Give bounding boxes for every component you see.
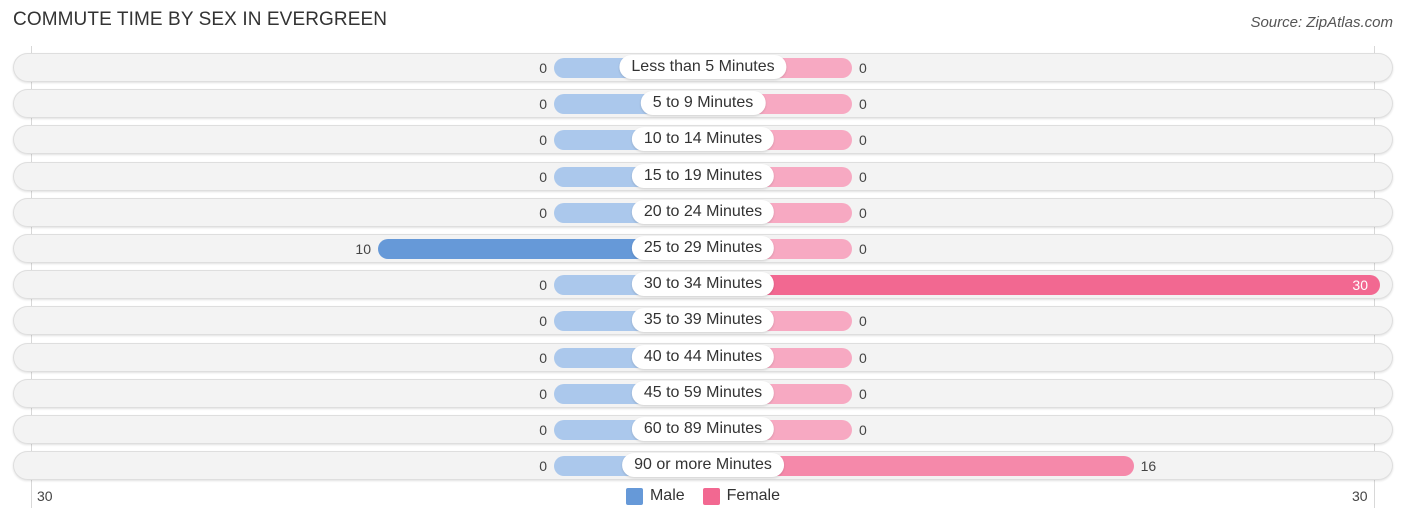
value-label-male: 0 <box>539 350 547 366</box>
value-label-female: 0 <box>859 350 867 366</box>
value-label-female: 16 <box>1140 458 1157 474</box>
chart-title: COMMUTE TIME BY SEX IN EVERGREEN <box>13 9 388 30</box>
legend-label-male: Male <box>649 487 685 504</box>
value-label-female: 0 <box>859 96 867 112</box>
value-label-male: 0 <box>539 60 547 76</box>
category-label: 5 to 9 Minutes <box>640 91 766 115</box>
category-label: 15 to 19 Minutes <box>631 164 775 188</box>
value-label-male: 10 <box>355 241 371 257</box>
value-label-male: 0 <box>539 169 547 185</box>
value-label-female: 0 <box>859 386 867 402</box>
value-label-male: 0 <box>539 386 547 402</box>
value-label-female: 0 <box>859 313 867 329</box>
value-label-female: 30 <box>1352 277 1368 293</box>
value-label-female: 0 <box>859 60 867 76</box>
value-label-male: 0 <box>539 313 547 329</box>
legend-swatch-female <box>702 487 720 505</box>
value-label-female: 0 <box>859 169 867 185</box>
category-label: 60 to 89 Minutes <box>631 417 775 441</box>
value-label-male: 0 <box>539 422 547 438</box>
value-label-female: 0 <box>859 205 867 221</box>
bar-female[interactable] <box>703 275 1380 295</box>
value-label-female: 0 <box>859 132 867 148</box>
legend-swatch-male <box>625 487 643 505</box>
value-label-female: 0 <box>859 422 867 438</box>
legend-item-female[interactable]: Female <box>702 487 781 505</box>
category-label: 40 to 44 Minutes <box>631 345 775 369</box>
category-label: 30 to 34 Minutes <box>631 272 775 296</box>
category-label: 25 to 29 Minutes <box>631 236 775 260</box>
value-label-male: 0 <box>539 132 547 148</box>
legend-item-male[interactable]: Male <box>625 487 685 505</box>
category-label: 90 or more Minutes <box>622 453 784 477</box>
category-label: 45 to 59 Minutes <box>631 381 775 405</box>
legend-label-female: Female <box>726 487 781 504</box>
category-label: Less than 5 Minutes <box>619 55 787 79</box>
source-label: Source: ZipAtlas.com <box>1250 14 1393 31</box>
value-label-male: 0 <box>539 458 547 474</box>
legend: Male Female <box>0 487 1406 505</box>
value-label-male: 0 <box>539 205 547 221</box>
value-label-female: 0 <box>859 241 867 257</box>
category-label: 35 to 39 Minutes <box>631 308 775 332</box>
category-label: 20 to 24 Minutes <box>631 200 775 224</box>
category-label: 10 to 14 Minutes <box>631 127 775 151</box>
value-label-male: 0 <box>539 96 547 112</box>
value-label-male: 0 <box>539 277 547 293</box>
